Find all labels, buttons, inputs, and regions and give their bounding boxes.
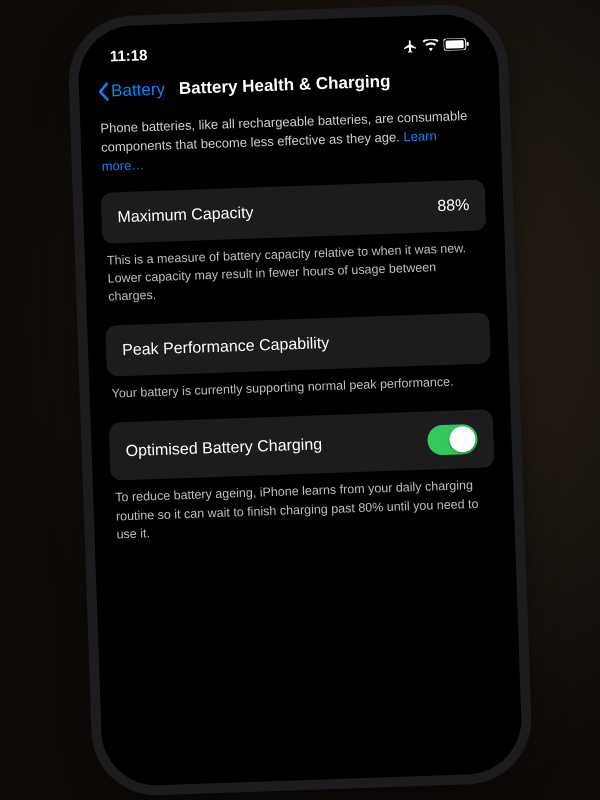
back-label: Battery	[111, 79, 166, 101]
maximum-capacity-label: Maximum Capacity	[117, 201, 254, 229]
toggle-knob	[449, 426, 476, 453]
optimised-charging-toggle[interactable]	[427, 424, 478, 456]
peak-performance-label: Peak Performance Capability	[122, 332, 330, 362]
optimised-charging-footer: To reduce battery ageing, iPhone learns …	[111, 468, 498, 564]
intro-text: Phone batteries, like all rechargeable b…	[98, 106, 484, 176]
back-button[interactable]: Battery	[97, 79, 166, 102]
content-area: Phone batteries, like all rechargeable b…	[98, 106, 497, 563]
status-icons	[402, 36, 479, 54]
maximum-capacity-footer: This is a measure of battery capacity re…	[102, 230, 489, 326]
page-title: Battery Health & Charging	[179, 71, 391, 98]
nav-bar: Battery Battery Health & Charging	[97, 67, 481, 101]
battery-icon	[443, 38, 469, 51]
status-time: 11:18	[96, 47, 148, 66]
wifi-icon	[422, 39, 438, 52]
chevron-left-icon	[97, 81, 110, 101]
maximum-capacity-value: 88%	[437, 194, 470, 218]
notch	[197, 17, 378, 53]
optimised-charging-label: Optimised Battery Charging	[125, 433, 322, 463]
iphone-frame: 11:18 Battery B	[77, 13, 523, 787]
airplane-icon	[402, 38, 418, 54]
settings-screen: 11:18 Battery B	[77, 13, 523, 787]
